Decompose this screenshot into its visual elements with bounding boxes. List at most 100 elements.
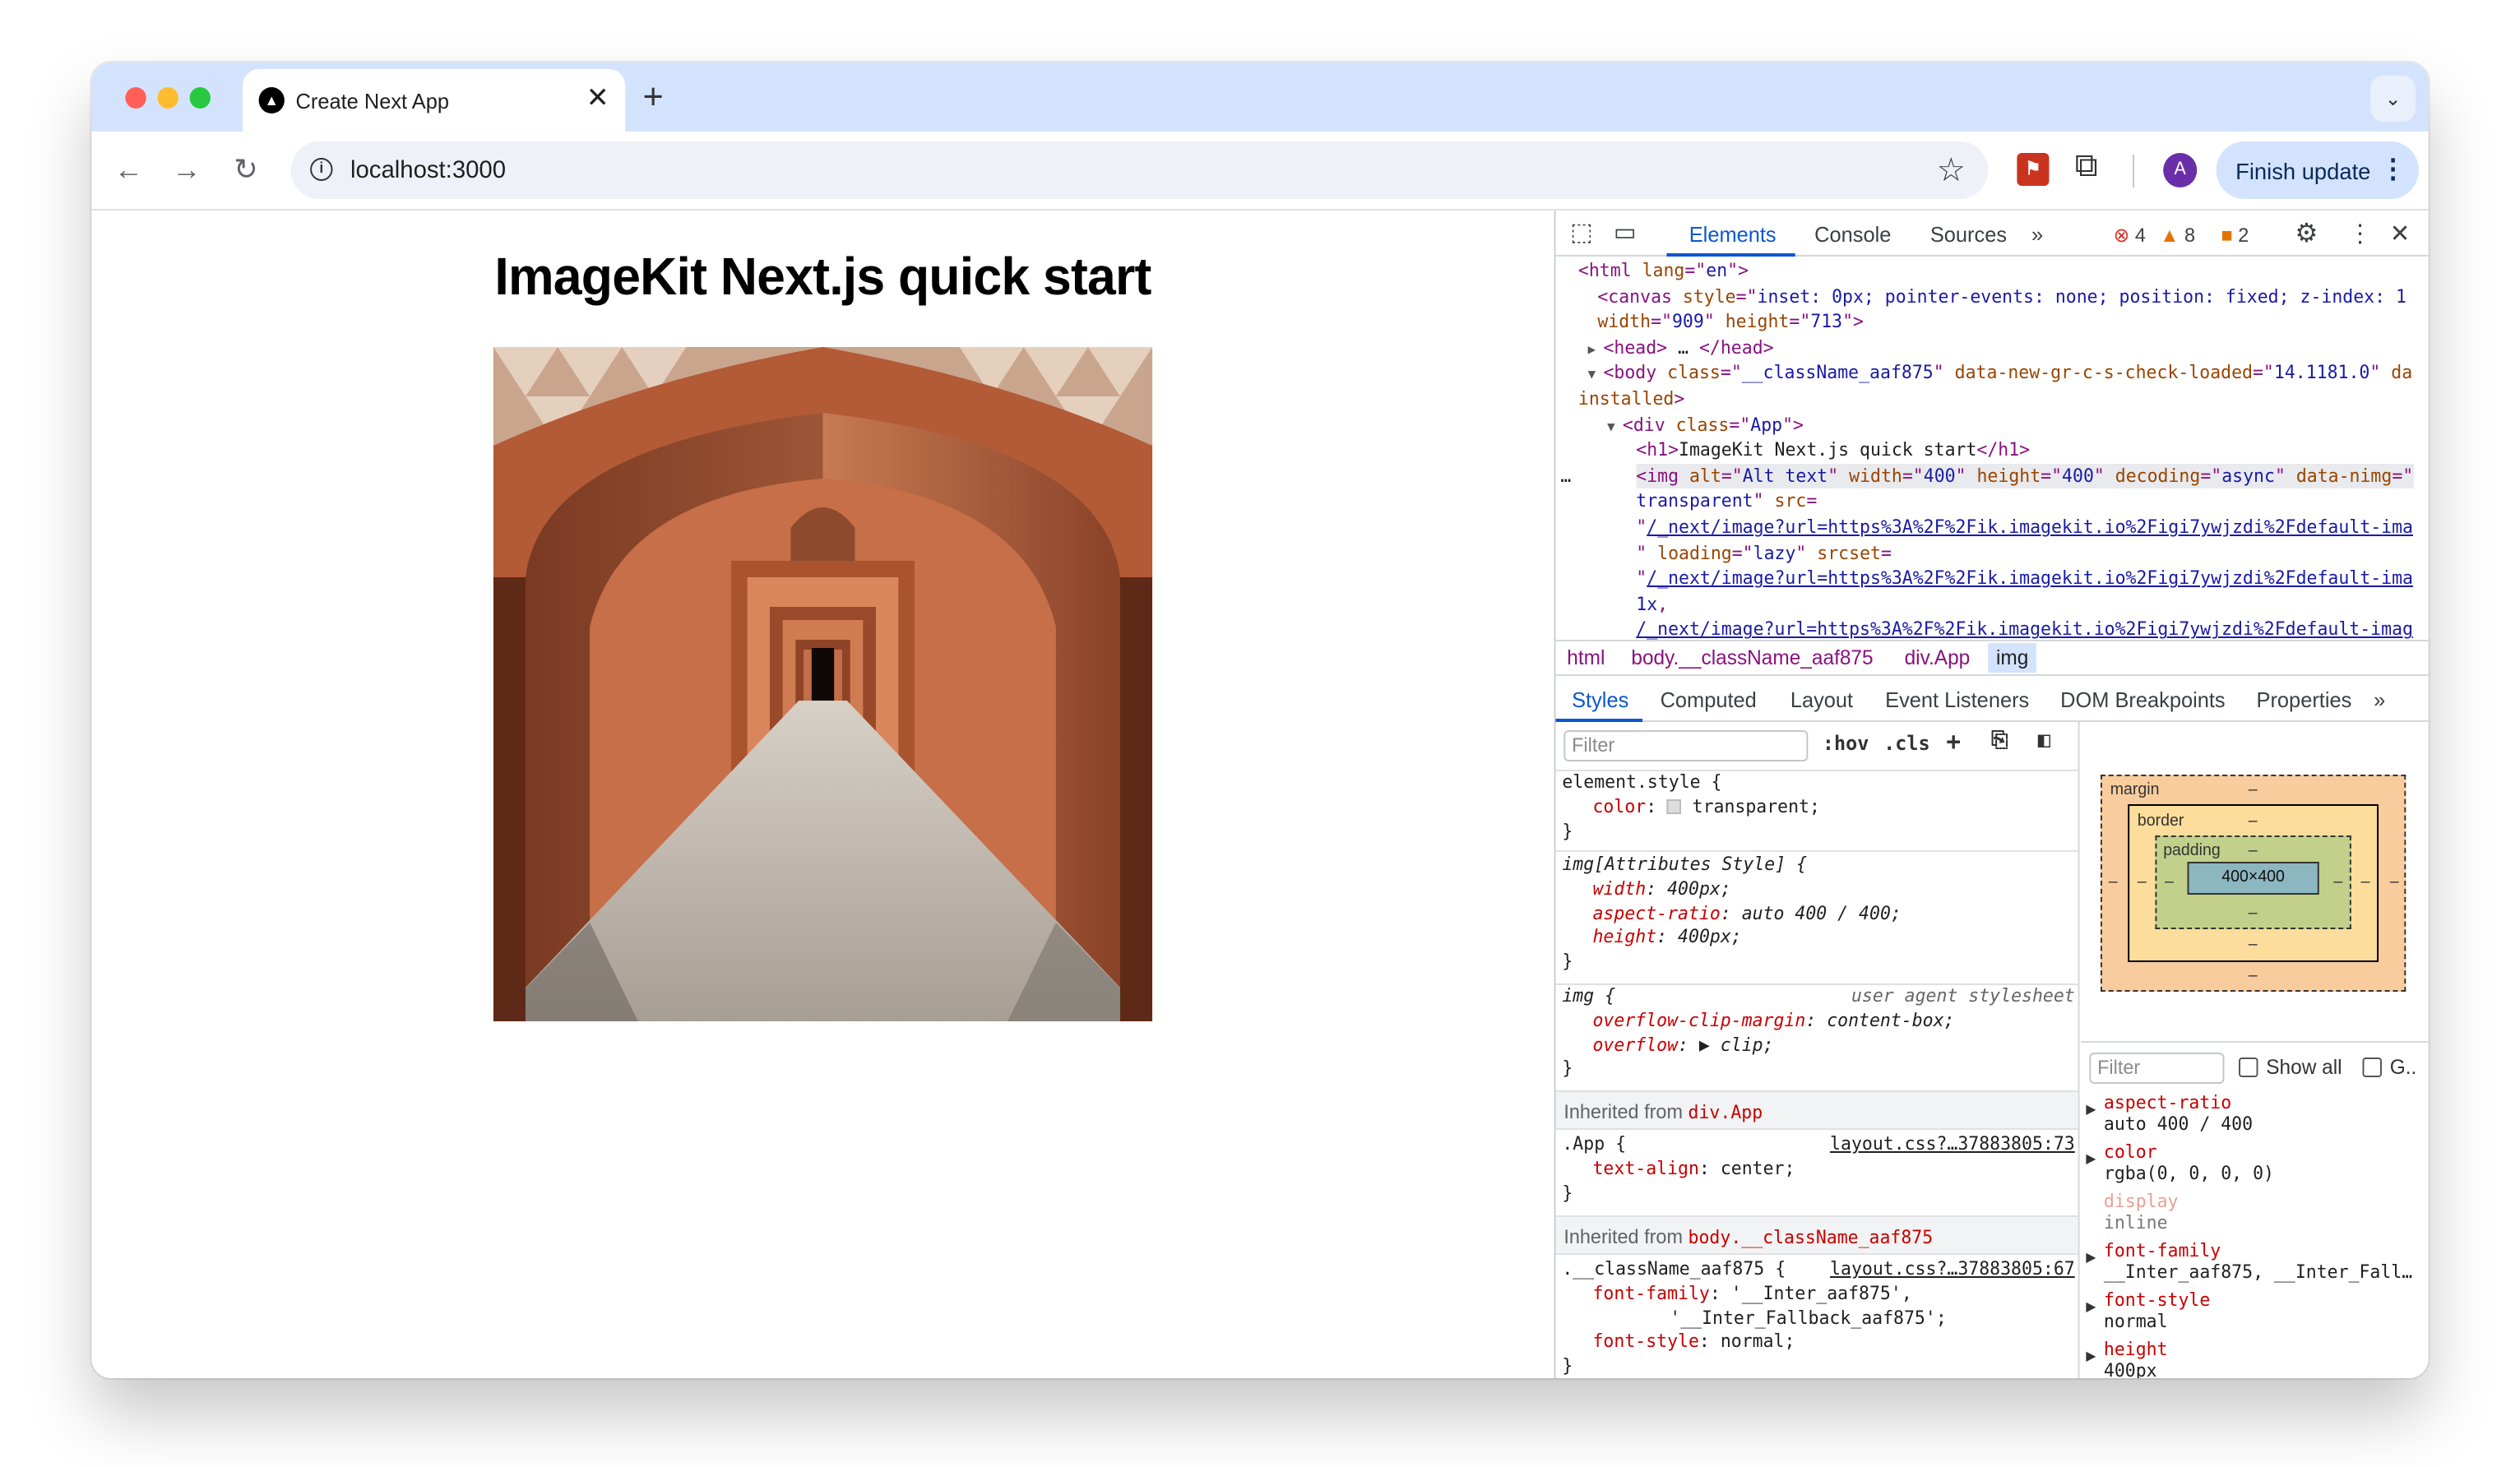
dom-node-line[interactable]: " loading="lazy" srcset= [1636,540,1892,566]
issue-count[interactable]: ■ 2 [2221,224,2249,247]
finish-update-button[interactable]: Finish update ⋮ [2216,141,2419,199]
bookmark-star-icon[interactable]: ☆ [1937,150,1966,191]
dom-node-line[interactable]: <h1>ImageKit Next.js quick start</h1> [1636,437,2030,463]
tab-sources[interactable]: Sources [1930,222,2007,247]
dom-node-line[interactable]: /_next/image?url=https%3A%2F%2Fik.imagek… [1636,618,2413,640]
rule-declaration[interactable]: '__Inter_Fallback_aaf875'; [1670,1307,1946,1330]
computed-prop-name[interactable]: height [2104,1339,2168,1360]
expand-triangle-icon[interactable]: ▶ [1588,342,1604,357]
rule-source-link[interactable]: layout.css?…37883805:73 [1830,1133,2075,1157]
styles-filter-input[interactable]: Filter [1563,730,1809,761]
crumb-div-app[interactable]: div.App [1905,646,1971,669]
computed-prop-name[interactable]: aspect-ratio [2104,1092,2231,1113]
selected-node-ellipsis-icon[interactable]: … [1560,464,1571,489]
profile-avatar[interactable]: A [2163,153,2198,187]
border-label: border [2137,812,2184,831]
inherited-target[interactable]: div.App [1688,1102,1763,1123]
device-toolbar-icon[interactable]: ▭ [1614,217,1637,247]
dom-node-line[interactable]: ▶ <head> … </head> [1588,336,1774,363]
crumb-img[interactable]: img [1988,643,2037,673]
rule-declaration[interactable]: aspect-ratio: auto 400 / 400; [1592,902,1901,926]
site-info-icon[interactable]: i [310,158,333,181]
computed-filter-input[interactable]: Filter [2089,1053,2225,1084]
rule-source-link[interactable]: layout.css?…37883805:67 [1830,1258,2075,1282]
rule-declaration[interactable]: overflow-clip-margin: content-box; [1592,1010,1954,1034]
minimize-window-button[interactable] [157,87,178,109]
error-count[interactable]: ⊗ 4 [2114,224,2146,247]
computed-prop-name[interactable]: font-style [2104,1289,2210,1311]
show-all-checkbox[interactable] [2239,1057,2258,1077]
browser-tab[interactable]: ▲ Create Next App ✕ [243,69,626,132]
inspect-element-icon[interactable]: ⬚ [1570,217,1593,247]
dom-node-line[interactable]: <html lang="en"> [1578,258,1749,284]
extensions-puzzle-icon[interactable]: ⧉ [2075,148,2098,186]
content-box[interactable]: 400×400 [2187,862,2319,895]
tab-console[interactable]: Console [1814,222,1891,247]
color-swatch-icon[interactable] [1667,799,1682,814]
hover-state-toggle[interactable]: :hov [1823,732,1869,755]
url-text[interactable]: localhost:3000 [350,156,506,184]
crumb-body[interactable]: body.__className_aaf875 [1631,646,1873,669]
warning-count[interactable]: ▲ 8 [2160,224,2195,247]
dom-node-line[interactable]: <canvas style="inset: 0px; pointer-event… [1597,284,2407,309]
computed-prop-name[interactable]: font-family [2104,1240,2221,1261]
forward-button[interactable]: → [165,148,207,191]
dom-node-line[interactable]: 1x, [1636,592,1668,618]
more-subtabs-icon[interactable]: » [2374,687,2385,712]
rule-declaration[interactable]: font-family: '__Inter_aaf875', [1592,1283,1911,1307]
reload-button[interactable]: ↻ [225,148,267,191]
tab-search-button[interactable]: ⌄ [2370,76,2416,122]
dom-node-line[interactable]: "/_next/image?url=https%3A%2F%2Fik.image… [1636,515,2413,540]
expand-triangle-icon[interactable]: ▶ [2086,1250,2096,1265]
settings-gear-icon[interactable]: ⚙ [2295,217,2318,250]
dom-node-line[interactable]: ▼ <div class="App"> [1607,412,1804,439]
tab-dom-breakpoints[interactable]: DOM Breakpoints [2060,687,2225,712]
computed-prop-name[interactable]: display [2104,1191,2179,1212]
tab-elements[interactable]: Elements [1689,222,1777,247]
close-tab-icon[interactable]: ✕ [586,82,609,115]
dom-tree[interactable]: <html lang="en"> <canvas style="inset: 0p… [1556,258,2429,640]
group-checkbox[interactable] [2362,1057,2382,1077]
new-rule-plus-icon[interactable]: + [1946,727,1961,757]
devtools-menu-icon[interactable]: ⋮ [2348,219,2372,248]
dom-node-line[interactable]: <img alt="Alt text" width="400" height="… [1636,463,2414,489]
close-devtools-icon[interactable]: ✕ [2390,219,2411,248]
expand-triangle-icon[interactable]: ▶ [2086,1299,2096,1314]
collapse-triangle-icon[interactable]: ▼ [1607,419,1623,433]
toggle-sidebar-icon[interactable]: ◧ [2038,729,2050,753]
class-toggle[interactable]: .cls [1883,732,1929,755]
rule-declaration[interactable]: overflow: ▶ clip; [1592,1034,1773,1057]
crumb-html[interactable]: html [1567,646,1605,669]
expand-triangle-icon[interactable]: ▶ [2086,1349,2096,1363]
rule-declaration[interactable]: text-align: center; [1592,1158,1795,1182]
address-bar[interactable]: i localhost:3000 ☆ [290,141,1989,199]
tab-styles[interactable]: Styles [1572,687,1628,712]
tab-event-listeners[interactable]: Event Listeners [1885,687,2029,712]
dom-node-line[interactable]: installed> [1578,386,1684,412]
dom-node-line[interactable]: transparent" src= [1636,489,1817,515]
dom-node-line[interactable]: ▼ <body class="__className_aaf875" data-… [1588,361,2413,388]
tab-computed[interactable]: Computed [1661,687,1757,712]
extension-icon[interactable]: ⚑ [2017,153,2050,186]
expand-triangle-icon[interactable]: ▶ [2086,1151,2096,1166]
computed-prop-name[interactable]: color [2104,1141,2157,1163]
tab-layout[interactable]: Layout [1790,687,1853,712]
tab-properties[interactable]: Properties [2257,687,2352,712]
rule-declaration[interactable]: font-style: normal; [1592,1330,1795,1354]
close-window-button[interactable] [125,87,146,109]
dom-node-line[interactable]: "/_next/image?url=https%3A%2F%2Fik.image… [1636,566,2413,591]
dom-token: "> [1842,311,1865,333]
new-tab-button[interactable]: + [643,76,664,118]
maximize-window-button[interactable] [189,87,211,109]
inherited-target[interactable]: body.__className_aaf875 [1688,1227,1934,1248]
dom-node-line[interactable]: width="909" height="713"> [1597,309,1864,335]
rule-declaration[interactable]: width: 400px; [1592,878,1730,902]
rule-declaration[interactable]: color: transparent; [1592,796,1819,820]
rule-declaration[interactable]: height: 400px; [1592,926,1741,950]
more-tabs-icon[interactable]: » [2031,222,2043,247]
paint-brush-icon[interactable]: ⎘ [1991,729,2008,753]
back-button[interactable]: ← [108,148,150,191]
collapse-triangle-icon[interactable]: ▼ [1588,368,1604,382]
expand-triangle-icon[interactable]: ▶ [2086,1102,2096,1117]
kebab-menu-icon[interactable]: ⋮ [2380,153,2406,186]
